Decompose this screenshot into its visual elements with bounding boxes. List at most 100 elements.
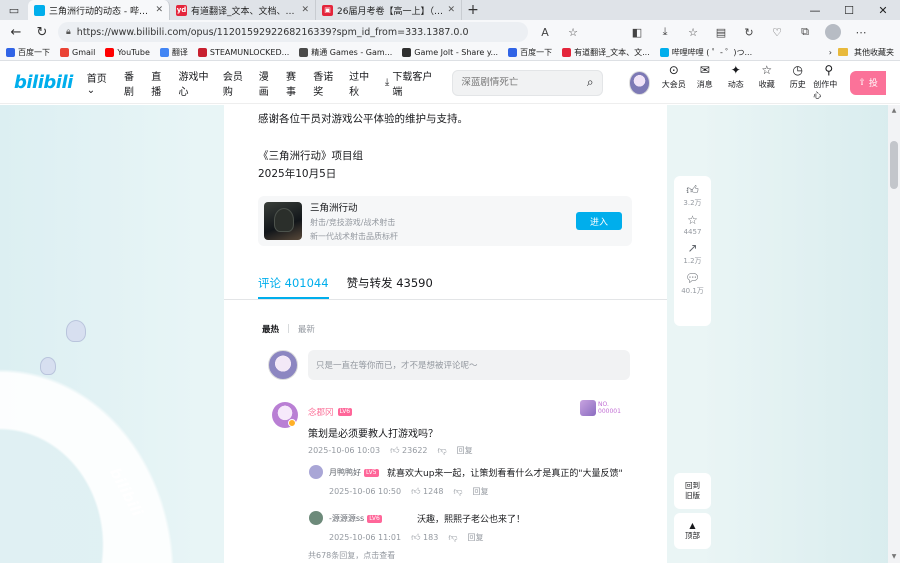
header-history[interactable]: ◷ 历史 (782, 64, 813, 101)
upload-button[interactable]: ⇧ 投 (850, 70, 886, 95)
close-window-icon[interactable]: ✕ (866, 0, 900, 20)
search-icon[interactable]: ⌕ (587, 75, 594, 90)
header-favorite[interactable]: ☆ 收藏 (751, 64, 782, 101)
download-client-link[interactable]: ⤓ 下载客户端 (385, 68, 434, 98)
nav-game-center[interactable]: 游戏中心 (178, 68, 212, 98)
chevron-right-icon[interactable]: › (829, 48, 832, 57)
bilibili-logo[interactable]: bilibili (14, 72, 73, 93)
minimize-icon[interactable]: — (798, 0, 832, 20)
like-action[interactable]: 👍︎ 3.2万 (683, 184, 701, 208)
browser-tab-youdao[interactable]: yd 有道翻译_文本、文档、网页、在 ✕ (170, 0, 316, 20)
scroll-up-icon[interactable]: ▲ (890, 107, 898, 114)
like-count: 1248 (423, 486, 444, 496)
back-icon[interactable]: ← (6, 22, 26, 42)
performance-icon[interactable]: ♡ (766, 22, 788, 42)
bookmark-item[interactable]: Game Jolt - Share y... (402, 47, 498, 57)
game-card[interactable]: 三角洲行动 射击/竞技游戏/战术射击 新一代战术射击品质标杆 进入 (258, 196, 632, 246)
collections-icon[interactable]: ☆ (682, 22, 704, 42)
more-icon[interactable]: ⋯ (850, 22, 872, 42)
tab-actions-icon[interactable]: ▭ (0, 0, 28, 20)
translate-icon (159, 47, 169, 57)
like-button[interactable]: 👍︎ 183 (411, 533, 438, 543)
thumbs-down-icon[interactable]: 👎︎ (448, 533, 457, 543)
other-favorites[interactable]: › 其他收藏夹 (829, 47, 894, 58)
bookmark-item[interactable]: 百度一下 (6, 47, 50, 58)
reply-avatar[interactable] (309, 465, 323, 479)
scrollbar-thumb[interactable] (890, 141, 898, 189)
thumbs-down-icon[interactable]: 👎︎ (438, 446, 447, 456)
bookmark-label: Gmail (72, 47, 96, 57)
bookmark-item[interactable]: 哔哩哔哩 ( ゜- ゜)つ... (659, 47, 752, 58)
browser-tab-bilibili[interactable]: 三角洲行动的动态 - 哔哩哔哩 ✕ (28, 0, 170, 20)
download-icon[interactable]: ⤓ (654, 22, 676, 42)
comment-action[interactable]: 💬︎ 40.1万 (681, 272, 704, 296)
avatar[interactable] (822, 22, 844, 42)
scroll-down-icon[interactable]: ▼ (890, 553, 898, 560)
favorite-star-icon[interactable]: ☆ (562, 22, 584, 42)
new-tab-button[interactable]: + (462, 0, 484, 20)
back-to-old-version-button[interactable]: 回到 旧版 (674, 473, 711, 509)
my-avatar[interactable] (268, 350, 298, 380)
tab-comments[interactable]: 评论 401044 (258, 275, 329, 299)
bookmark-item[interactable]: STEAMUNLOCKED... (197, 47, 289, 57)
bookmark-item[interactable]: 百度一下 (508, 47, 552, 58)
user-avatar[interactable] (628, 70, 651, 95)
sort-hot[interactable]: 最热 (262, 323, 279, 335)
close-tab-icon[interactable]: ✕ (301, 5, 309, 15)
nav-manga[interactable]: 漫画 (259, 68, 276, 98)
back-to-top-button[interactable]: ▲ 顶部 (674, 513, 711, 549)
bookmark-label: 百度一下 (520, 47, 553, 57)
favorite-action[interactable]: ☆ 4457 (684, 214, 702, 237)
search-input[interactable] (461, 77, 587, 88)
comment-input[interactable]: 只是一直在等你而已，才不是想被评论呢～ (308, 350, 630, 380)
bookmark-item[interactable]: 翻译 (159, 47, 188, 58)
thumbs-down-icon[interactable]: 👎︎ (453, 487, 462, 497)
history-icon[interactable]: ▤ (710, 22, 732, 42)
maximize-icon[interactable]: ☐ (832, 0, 866, 20)
view-more-replies-link[interactable]: 共678条回复，点击查看 (308, 550, 395, 561)
read-aloud-icon[interactable]: A (534, 22, 556, 42)
reply-text: 就喜欢大up来一起，让策划看看什么才是真正的"大量反馈" (387, 469, 623, 479)
reply-username[interactable]: -源源源ss LV6 (329, 513, 382, 524)
url-field[interactable]: 🔒︎ https://www.bilibili.com/opus/1120159… (58, 22, 528, 42)
header-creator[interactable]: ⚲ 创作中心 (813, 64, 844, 101)
close-tab-icon[interactable]: ✕ (155, 5, 163, 15)
browser-tab-exam[interactable]: ▣ 26届月考卷【高一上】（必修1 ✕ (316, 0, 462, 20)
reply-button[interactable]: 回复 (473, 486, 489, 497)
enter-game-button[interactable]: 进入 (576, 212, 622, 230)
header-dynamic[interactable]: ✦ 动态 (720, 64, 751, 101)
reply-button[interactable]: 回复 (467, 532, 483, 543)
nav-live[interactable]: 直播 (151, 68, 168, 98)
header-action-label: 收藏 (758, 80, 775, 89)
bookmark-item[interactable]: 有道翻译_文本、文... (562, 47, 650, 58)
header-member[interactable]: ⊙ 大会员 (658, 64, 689, 101)
nav-home[interactable]: 首页 ⌄ (87, 70, 114, 96)
nav-festival[interactable]: 过中秋 (349, 68, 375, 98)
reply-avatar[interactable] (309, 511, 323, 525)
sort-new[interactable]: 最新 (298, 323, 315, 335)
split-screen-icon[interactable]: ⧉ (794, 22, 816, 42)
header-actions: ⊙ 大会员 ✉ 消息 ✦ 动态 ☆ 收藏 ◷ 历史 ⚲ 创作中心 (658, 64, 844, 101)
nav-esports[interactable]: 赛事 (286, 68, 303, 98)
refresh-extension-icon[interactable]: ↻ (738, 22, 760, 42)
bookmark-item[interactable]: 精通 Games - Gam... (299, 47, 392, 58)
bookmark-item[interactable]: Gmail (60, 47, 96, 57)
reply-button[interactable]: 回复 (457, 445, 473, 456)
refresh-icon[interactable]: ↻ (32, 22, 52, 42)
like-button[interactable]: 👍︎ 1248 (411, 487, 443, 497)
tab-reposts[interactable]: 赞与转发 43590 (347, 275, 433, 299)
close-tab-icon[interactable]: ✕ (447, 5, 455, 15)
tab-title: 有道翻译_文本、文档、网页、在 (191, 6, 297, 17)
comment-username[interactable]: 念郡冈 LV6 (308, 406, 353, 418)
fan-badge[interactable]: NO. 000001 (580, 400, 621, 416)
lock-icon: 🔒︎ (66, 27, 71, 37)
nav-anime[interactable]: 番剧 (124, 68, 141, 98)
nav-award[interactable]: 香诺奖 (313, 68, 339, 98)
share-action[interactable]: ↗ 1.2万 (683, 242, 701, 266)
like-button[interactable]: 👍︎ 23622 (390, 446, 427, 456)
nav-mall[interactable]: 会员购 (223, 68, 249, 98)
bookmark-item[interactable]: YouTube (105, 47, 150, 57)
extension-icon[interactable]: ◧ (626, 22, 648, 42)
header-message[interactable]: ✉ 消息 (689, 64, 720, 101)
reply-username[interactable]: 月鸭鸭好 LV5 (329, 467, 379, 478)
